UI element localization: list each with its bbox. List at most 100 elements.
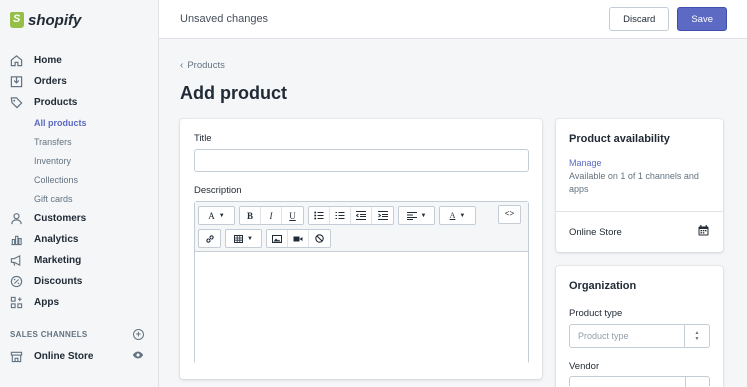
- sidebar-item-label: Home: [34, 55, 62, 66]
- eye-icon[interactable]: [132, 350, 144, 363]
- discard-button[interactable]: Discard: [609, 7, 670, 31]
- insert-video-button[interactable]: [288, 230, 309, 247]
- sidebar-subitem-gift-cards[interactable]: Gift cards: [0, 189, 158, 208]
- availability-title: Product availability: [569, 133, 670, 145]
- sidebar-item-orders[interactable]: Orders: [0, 71, 158, 92]
- video-icon: [293, 236, 303, 241]
- link-icon: [205, 234, 214, 243]
- outdent-button[interactable]: [351, 207, 372, 224]
- megaphone-icon: [10, 254, 23, 267]
- sidebar-item-analytics[interactable]: Analytics: [0, 229, 158, 250]
- unsaved-changes-label: Unsaved changes: [180, 13, 269, 25]
- sidebar-item-marketing[interactable]: Marketing: [0, 250, 158, 271]
- breadcrumb-label: Products: [187, 60, 225, 71]
- clear-format-icon: [315, 234, 324, 243]
- product-details-card: Title Description A ▼ B I U ▼ A ▼ ▼ <>: [180, 119, 542, 379]
- editor-toolbar: A ▼ B I U ▼ A ▼ ▼ <>: [195, 202, 528, 252]
- sidebar-subitem-inventory[interactable]: Inventory: [0, 151, 158, 170]
- caret-down-icon: ▼: [247, 235, 253, 242]
- orders-icon: [10, 75, 23, 88]
- title-input[interactable]: [194, 149, 529, 172]
- sidebar-item-online-store[interactable]: Online Store: [0, 345, 158, 367]
- availability-text: Available on 1 of 1 channels and apps: [569, 171, 699, 194]
- description-label: Description: [194, 185, 242, 196]
- numbered-list-icon: [335, 212, 345, 219]
- online-store-label: Online Store: [34, 350, 94, 362]
- align-dropdown[interactable]: ▼: [399, 207, 434, 224]
- vendor-input[interactable]: [569, 376, 710, 387]
- sidebar-item-label: Discounts: [34, 276, 83, 287]
- sidebar-item-label: Customers: [34, 213, 87, 224]
- image-icon: [272, 234, 282, 243]
- select-arrows-icon[interactable]: ▲ ▼: [685, 325, 709, 347]
- product-type-input[interactable]: Product type: [570, 325, 685, 347]
- link-button[interactable]: [199, 230, 220, 247]
- sidebar-item-customers[interactable]: Customers: [0, 208, 158, 229]
- vendor-label: Vendor: [569, 361, 600, 372]
- caret-down-icon: ▼: [420, 212, 427, 219]
- sidebar-item-apps[interactable]: Apps: [0, 292, 158, 313]
- description-editor: A ▼ B I U ▼ A ▼ ▼ <>: [194, 201, 529, 364]
- online-store-channel-label: Online Store: [569, 226, 622, 238]
- manage-link[interactable]: Manage: [569, 158, 709, 168]
- font-format-label: A: [208, 210, 215, 221]
- store-icon: [10, 350, 23, 363]
- shopify-bag-icon: [10, 12, 24, 28]
- sidebar-item-label: Orders: [34, 76, 67, 87]
- description-textarea[interactable]: [195, 252, 528, 364]
- italic-button[interactable]: I: [261, 207, 282, 224]
- bar-chart-icon: [10, 233, 23, 246]
- table-dropdown[interactable]: ▼: [226, 230, 261, 247]
- bold-button[interactable]: B: [240, 207, 261, 224]
- sidebar-item-discounts[interactable]: Discounts: [0, 271, 158, 292]
- sidebar-item-label: Marketing: [34, 255, 82, 266]
- main-content: ‹ Products Add product Title Description…: [180, 39, 747, 387]
- numbered-list-button[interactable]: [330, 207, 351, 224]
- html-code-button[interactable]: <>: [499, 206, 520, 223]
- action-buttons: Discard Save: [609, 7, 727, 31]
- organization-card: Organization Product type Product type ▲…: [556, 266, 723, 387]
- product-type-combobox[interactable]: Product type ▲ ▼: [569, 324, 710, 348]
- add-channel-icon[interactable]: +: [133, 328, 144, 340]
- sidebar-subitem-transfers[interactable]: Transfers: [0, 132, 158, 151]
- sales-channels-label: SALES CHANNELS: [10, 329, 88, 339]
- product-type-label: Product type: [569, 308, 623, 319]
- shopify-logo[interactable]: shopify: [0, 0, 158, 40]
- online-store-row: Online Store: [556, 212, 723, 252]
- insert-image-button[interactable]: [267, 230, 288, 247]
- bullet-list-button[interactable]: [309, 207, 330, 224]
- sidebar-subitem-all-products[interactable]: All products: [0, 113, 158, 132]
- sidebar: shopify Home Orders Products All product…: [0, 0, 159, 387]
- save-button[interactable]: Save: [677, 7, 727, 31]
- home-icon: [10, 54, 23, 67]
- page-title: Add product: [180, 83, 287, 103]
- discount-icon: [10, 275, 23, 288]
- table-icon: [234, 234, 244, 243]
- clear-format-button[interactable]: [309, 230, 330, 247]
- text-color-label: A: [449, 211, 456, 220]
- outdent-icon: [356, 211, 366, 220]
- top-bar: Unsaved changes Discard Save: [159, 0, 747, 39]
- sidebar-item-label: Apps: [34, 297, 59, 308]
- tag-icon: [10, 96, 23, 109]
- indent-button[interactable]: [372, 207, 393, 224]
- sidebar-subitem-collections[interactable]: Collections: [0, 170, 158, 189]
- bullet-list-icon: [314, 211, 324, 220]
- caret-down-icon: ▼: [459, 212, 466, 219]
- breadcrumb[interactable]: ‹ Products: [180, 60, 225, 71]
- underline-button[interactable]: U: [282, 207, 303, 224]
- sidebar-item-products[interactable]: Products: [0, 92, 158, 113]
- font-format-button[interactable]: A ▼: [199, 207, 234, 224]
- title-label: Title: [194, 133, 212, 144]
- organization-title: Organization: [569, 280, 637, 292]
- text-color-dropdown[interactable]: A ▼: [440, 207, 475, 224]
- calendar-icon[interactable]: [698, 225, 709, 239]
- nav: Home Orders Products All products Transf…: [0, 40, 158, 313]
- indent-icon: [377, 211, 388, 220]
- apps-icon: [10, 296, 23, 309]
- align-left-icon: [406, 211, 417, 220]
- sidebar-item-home[interactable]: Home: [0, 50, 158, 71]
- chevron-left-icon: ‹: [180, 60, 184, 71]
- sidebar-item-label: Analytics: [34, 234, 79, 245]
- logo-text: shopify: [28, 11, 82, 29]
